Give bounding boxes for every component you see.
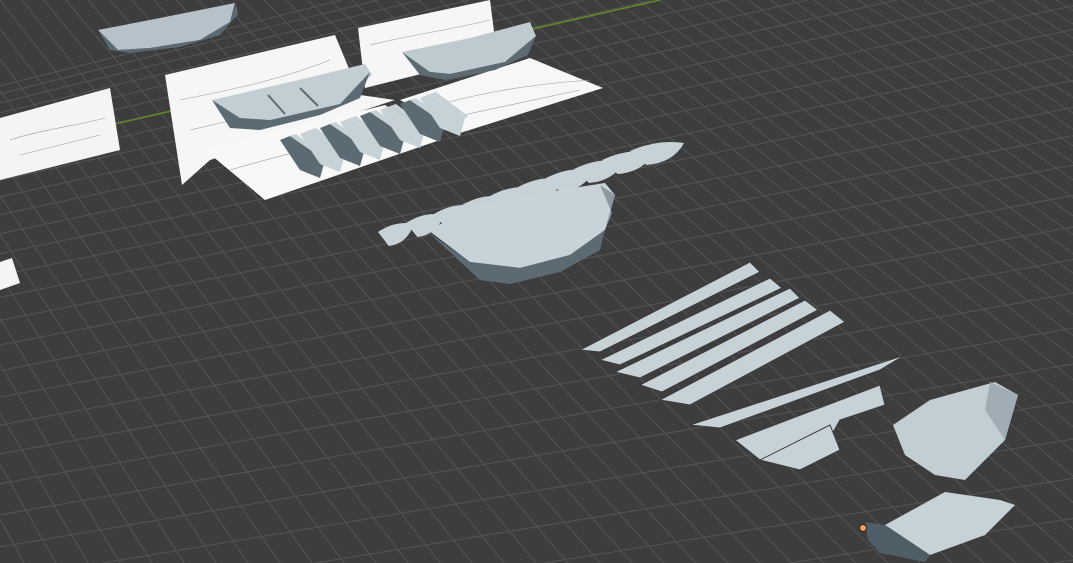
grid-line bbox=[967, 0, 1073, 68]
grid-line bbox=[923, 0, 1073, 98]
blueprint-sheet-left bbox=[0, 88, 120, 180]
grid-line bbox=[0, 318, 153, 563]
grid-line bbox=[329, 0, 921, 563]
grid-line bbox=[307, 0, 889, 563]
grid-line bbox=[769, 0, 1073, 217]
grid-line bbox=[637, 0, 1073, 336]
hull-frame[interactable] bbox=[378, 223, 414, 246]
grid-line bbox=[901, 0, 1073, 114]
grid-line bbox=[549, 0, 1073, 428]
grid-line bbox=[791, 0, 1073, 199]
grid-line bbox=[0, 364, 121, 563]
grid-line bbox=[0, 519, 25, 563]
3d-viewport[interactable] bbox=[0, 0, 1073, 563]
grid-line bbox=[0, 158, 281, 563]
grid-line bbox=[857, 0, 1073, 147]
grid-line bbox=[351, 0, 953, 563]
grid-line bbox=[835, 0, 1073, 164]
viewport-scene[interactable] bbox=[0, 0, 1073, 563]
grid-line bbox=[659, 0, 1073, 315]
blueprint-sheet-left-edge bbox=[0, 258, 20, 290]
hull-center[interactable] bbox=[428, 183, 615, 284]
grid-line bbox=[0, 274, 185, 563]
origin-marker[interactable] bbox=[859, 524, 867, 532]
grid-line bbox=[1033, 0, 1073, 25]
